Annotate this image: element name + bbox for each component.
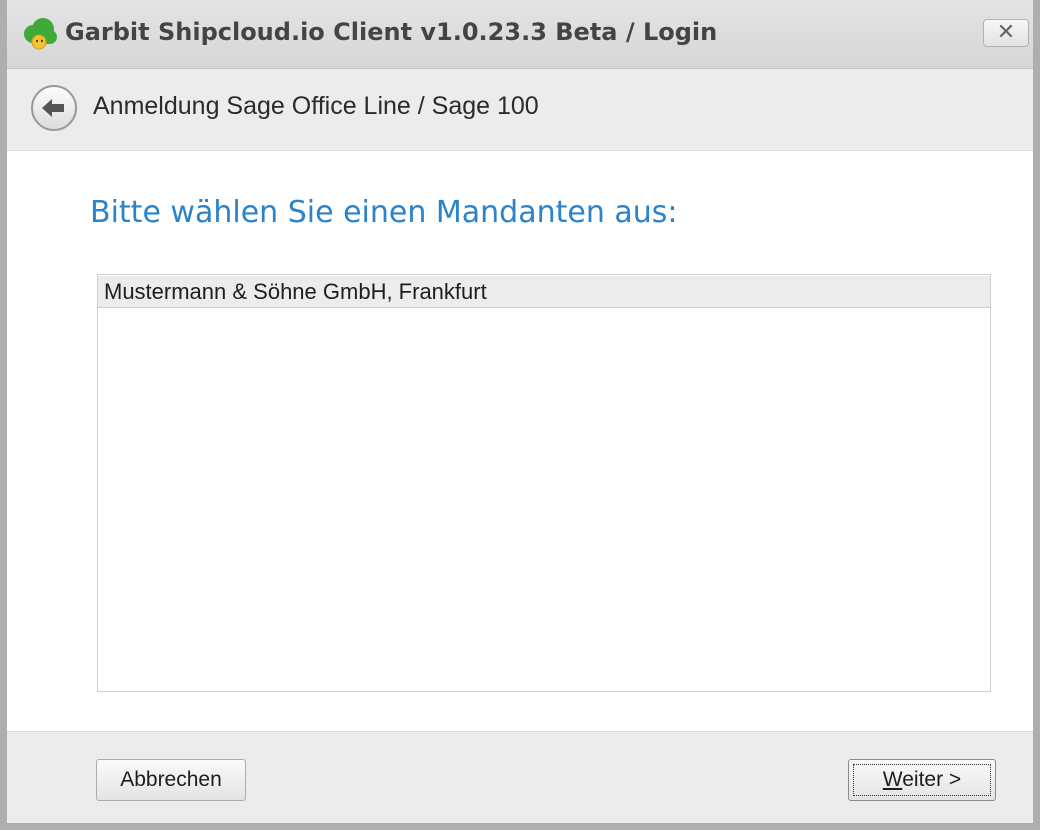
next-button-mnemonic: W [882, 768, 903, 791]
page-title: Anmeldung Sage Office Line / Sage 100 [93, 92, 539, 120]
cancel-button[interactable]: Abbrechen [96, 759, 246, 801]
close-button[interactable]: ✕ [983, 19, 1029, 47]
button-bar: Abbrechen Weiter > [7, 731, 1033, 823]
app-cloud-icon [24, 18, 57, 50]
next-button-label: eiter > [902, 768, 962, 791]
client-listbox[interactable]: Mustermann & Söhne GmbH, Frankfurt [97, 274, 991, 692]
window-title: Garbit Shipcloud.io Client v1.0.23.3 Bet… [65, 18, 718, 46]
instruction-heading: Bitte wählen Sie einen Mandanten aus: [90, 195, 678, 230]
login-window: Garbit Shipcloud.io Client v1.0.23.3 Bet… [0, 0, 1040, 830]
next-button[interactable]: Weiter > [848, 759, 996, 801]
title-bar[interactable]: Garbit Shipcloud.io Client v1.0.23.3 Bet… [7, 0, 1033, 69]
navigation-bar: Anmeldung Sage Office Line / Sage 100 [7, 69, 1033, 151]
client-list-item[interactable]: Mustermann & Söhne GmbH, Frankfurt [98, 276, 990, 308]
back-arrow-icon[interactable] [29, 83, 79, 133]
